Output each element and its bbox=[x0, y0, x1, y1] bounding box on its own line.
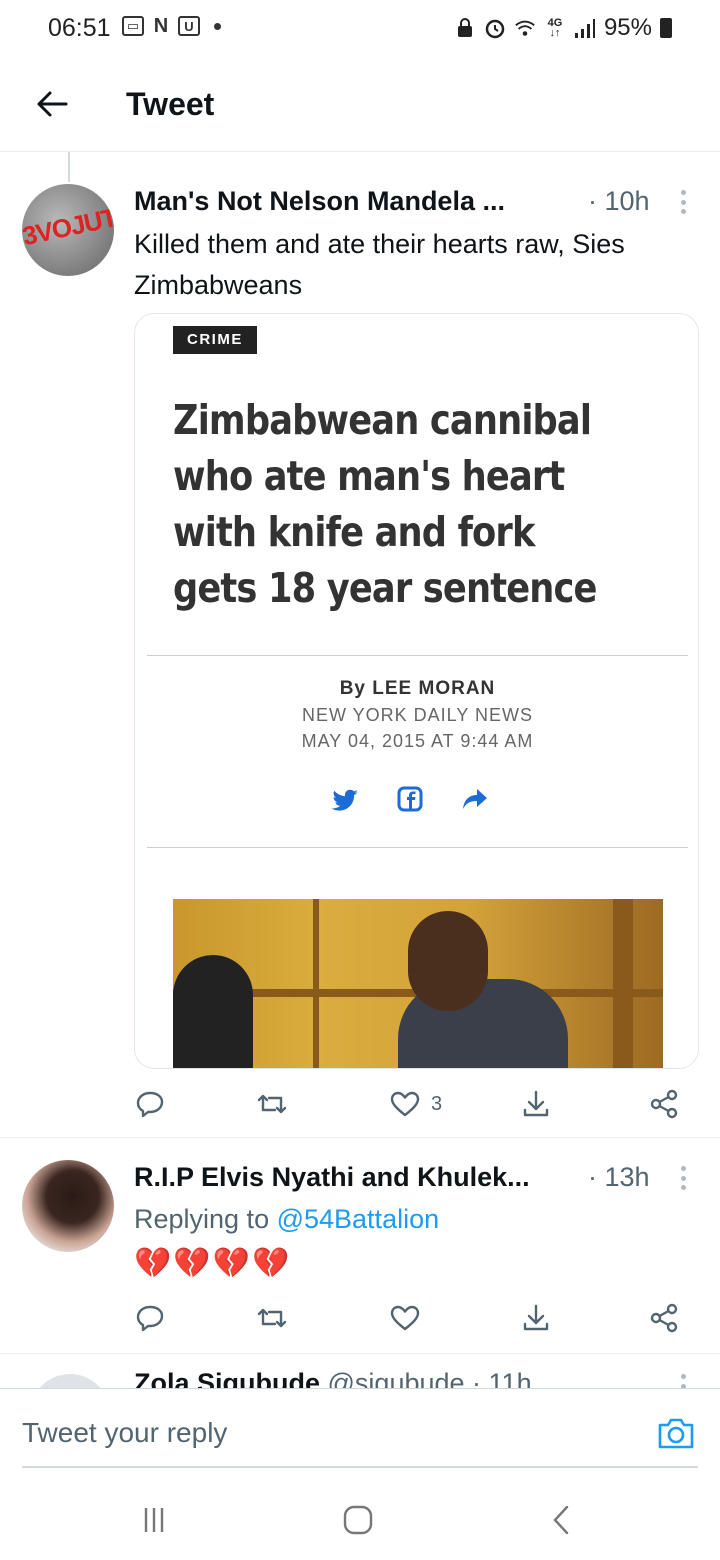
wifi-icon bbox=[514, 17, 536, 39]
mention-link[interactable]: @54Battalion bbox=[277, 1204, 440, 1234]
tweet-author-name: Zola Sigubude bbox=[134, 1368, 320, 1388]
article-share-row bbox=[331, 784, 501, 814]
tweet-author-name[interactable]: Man's Not Nelson Mandela ... bbox=[134, 186, 505, 217]
share-button[interactable] bbox=[648, 1086, 680, 1122]
battery-percent: 95% bbox=[603, 14, 652, 41]
status-time: 06:51 bbox=[48, 14, 111, 42]
reply-button[interactable] bbox=[134, 1300, 166, 1336]
replying-to-line: Replying to @54Battalion bbox=[134, 1204, 439, 1235]
tweet-text: Killed them and ate their hearts raw, Si… bbox=[134, 229, 625, 300]
avatar[interactable]: 3VOJUT bbox=[22, 184, 114, 276]
tweet-text: 💔💔💔💔 bbox=[134, 1247, 292, 1280]
reply-icon bbox=[136, 1091, 164, 1118]
avatar[interactable] bbox=[30, 1374, 110, 1388]
bookmark-button[interactable] bbox=[520, 1300, 552, 1336]
bookmark-button[interactable] bbox=[520, 1086, 552, 1122]
netflix-icon: N bbox=[153, 14, 169, 37]
dot-icon bbox=[214, 22, 221, 30]
tweet-action-bar: 3 bbox=[134, 1086, 694, 1126]
reply-underline bbox=[22, 1466, 698, 1468]
download-icon bbox=[523, 1090, 549, 1117]
reply-composer: Tweet your reply bbox=[0, 1388, 720, 1468]
back-arrow-icon[interactable] bbox=[32, 84, 72, 124]
photo-panel-edge bbox=[313, 899, 319, 1068]
article-source: NEW YORK DAILY NEWS bbox=[301, 705, 534, 725]
share-arrow-icon[interactable] bbox=[459, 784, 489, 814]
photo-figure-head bbox=[408, 911, 488, 1011]
tweet-divider bbox=[0, 1353, 720, 1354]
like-button[interactable] bbox=[389, 1300, 421, 1336]
data-arrows-icon: ↓↑ bbox=[549, 27, 561, 39]
tweet-action-bar bbox=[134, 1300, 694, 1340]
alarm-icon bbox=[484, 17, 506, 39]
reply-input[interactable]: Tweet your reply bbox=[22, 1417, 227, 1449]
article-category-tag: CRIME bbox=[173, 326, 257, 354]
retweet-icon bbox=[257, 1308, 287, 1328]
heart-icon bbox=[390, 1305, 420, 1331]
photo-panel-edge bbox=[613, 899, 633, 1068]
recent-apps-icon[interactable] bbox=[134, 1500, 174, 1540]
more-options-icon[interactable] bbox=[680, 1166, 686, 1190]
like-button[interactable]: 3 bbox=[389, 1086, 442, 1122]
more-options-icon[interactable] bbox=[680, 1374, 686, 1388]
home-icon[interactable] bbox=[338, 1500, 378, 1540]
facebook-icon[interactable] bbox=[395, 784, 425, 814]
reply-icon bbox=[136, 1305, 164, 1332]
link-preview-card[interactable]: CRIME Zimbabwean cannibal who ate man's … bbox=[134, 313, 699, 1069]
like-count: 3 bbox=[431, 1092, 443, 1115]
article-date: MAY 04, 2015 AT 9:44 AM bbox=[301, 731, 534, 751]
page-title: Tweet bbox=[126, 86, 215, 122]
avatar-text: 3VOJUT bbox=[22, 202, 114, 252]
back-nav-icon[interactable] bbox=[542, 1500, 582, 1540]
share-button[interactable] bbox=[648, 1300, 680, 1336]
camera-icon[interactable] bbox=[656, 1413, 696, 1453]
status-system-icons: 4G ↓↑ 95% bbox=[454, 14, 672, 42]
tweet-author-line[interactable]: Zola Sigubude @sigubude · 11h bbox=[134, 1368, 532, 1388]
status-notification-icons: ▭ N U bbox=[122, 14, 221, 37]
heart-icon bbox=[390, 1091, 420, 1117]
retweet-button[interactable] bbox=[256, 1300, 288, 1336]
replying-prefix: Replying to bbox=[134, 1204, 277, 1234]
status-bar: 06:51 ▭ N U 4G ↓↑ 95% bbox=[0, 0, 720, 60]
battery-icon bbox=[660, 18, 672, 38]
share-nodes-icon bbox=[650, 1089, 678, 1119]
tweet-timestamp[interactable]: · 10h bbox=[588, 186, 650, 217]
top-app-bar: Tweet bbox=[0, 60, 720, 152]
system-nav-bar bbox=[0, 1480, 720, 1560]
twitter-icon[interactable] bbox=[331, 784, 361, 814]
u-app-icon: U bbox=[178, 16, 200, 36]
card-divider bbox=[147, 847, 688, 848]
lock-icon bbox=[454, 17, 476, 39]
photo-figure-left bbox=[173, 955, 253, 1068]
tweet-author-name[interactable]: R.I.P Elvis Nyathi and Khulek... bbox=[134, 1162, 530, 1193]
image-icon: ▭ bbox=[122, 16, 144, 36]
download-icon bbox=[523, 1304, 549, 1331]
reply-button[interactable] bbox=[134, 1086, 166, 1122]
network-4g-icon: 4G ↓↑ bbox=[544, 17, 566, 39]
tweet-partial[interactable]: Zola Sigubude @sigubude · 11h bbox=[0, 1356, 720, 1388]
tweet-timestamp[interactable]: · 13h bbox=[588, 1162, 650, 1193]
article-photo bbox=[173, 899, 663, 1068]
signal-icon bbox=[574, 17, 596, 39]
tweet-timestamp: · 11h bbox=[472, 1368, 532, 1388]
article-byline: By LEE MORAN bbox=[339, 678, 496, 699]
share-nodes-icon bbox=[650, 1303, 678, 1333]
tweet-author-handle: @sigubude bbox=[327, 1368, 465, 1388]
card-divider bbox=[147, 655, 688, 656]
tweet-divider bbox=[0, 1137, 720, 1138]
thread-line bbox=[68, 152, 70, 182]
article-headline: Zimbabwean cannibal who ate man's heart … bbox=[173, 396, 597, 612]
more-options-icon[interactable] bbox=[680, 190, 686, 214]
avatar[interactable] bbox=[22, 1160, 114, 1252]
retweet-icon bbox=[257, 1094, 287, 1114]
retweet-button[interactable] bbox=[256, 1086, 288, 1122]
